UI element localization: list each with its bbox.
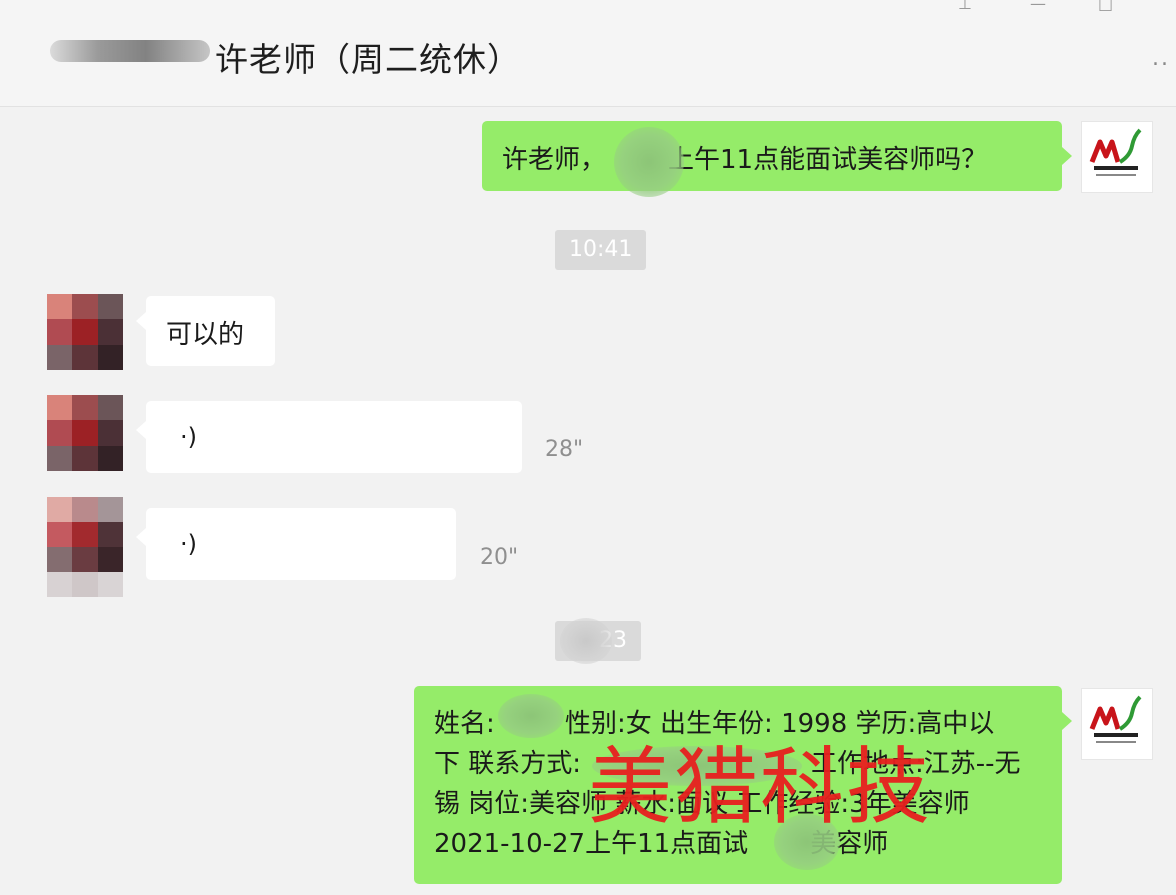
avatar-contact[interactable] — [47, 395, 123, 471]
chat-header: ⊥ — □ 许老师（周二统休） .. — [0, 0, 1176, 107]
voice-duration: 28" — [545, 437, 584, 462]
company-logo-icon — [1089, 695, 1142, 743]
message-bubble-received[interactable]: 可以的 — [146, 296, 275, 366]
bubble-tail — [1062, 712, 1072, 730]
timestamp: 10:41 — [555, 230, 647, 270]
minimize-icon[interactable]: — — [1030, 0, 1046, 13]
more-options-icon[interactable]: .. — [1152, 46, 1170, 71]
chat-title: 许老师（周二统休） — [215, 40, 521, 79]
bubble-tail — [136, 421, 146, 439]
bubble-tail — [136, 312, 146, 330]
bubble-tail — [1062, 147, 1072, 165]
voice-duration: 20" — [480, 545, 519, 570]
redaction-blur — [560, 618, 612, 664]
redaction-blur — [498, 694, 564, 738]
watermark-text: 美猎科技 — [588, 738, 933, 836]
voice-wave-icon: ·) — [180, 530, 197, 558]
message-text: 可以的 — [166, 320, 245, 350]
message-bubble-sent[interactable]: 许老师， 上午11点能面试美容师吗？ — [482, 121, 1062, 197]
message-text: 上午11点能面试美容师吗？ — [668, 145, 988, 175]
info-line: 姓名: — [434, 709, 495, 739]
maximize-icon[interactable]: □ — [1098, 0, 1113, 13]
redaction-blur — [614, 127, 684, 197]
avatar-self[interactable] — [1081, 688, 1153, 760]
pin-icon[interactable]: ⊥ — [958, 0, 972, 13]
info-line: 下 联系方式: — [434, 749, 582, 779]
redacted-contact-name — [50, 40, 210, 62]
company-logo-icon — [1089, 128, 1142, 176]
avatar-contact[interactable] — [47, 294, 123, 370]
voice-message-bubble[interactable]: ·) — [146, 508, 456, 580]
avatar-self[interactable] — [1081, 121, 1153, 193]
bubble-tail — [136, 528, 146, 546]
voice-wave-icon: ·) — [180, 423, 197, 451]
message-text: 许老师， — [502, 145, 607, 175]
avatar-contact[interactable] — [47, 497, 123, 597]
voice-message-bubble[interactable]: ·) — [146, 401, 522, 473]
